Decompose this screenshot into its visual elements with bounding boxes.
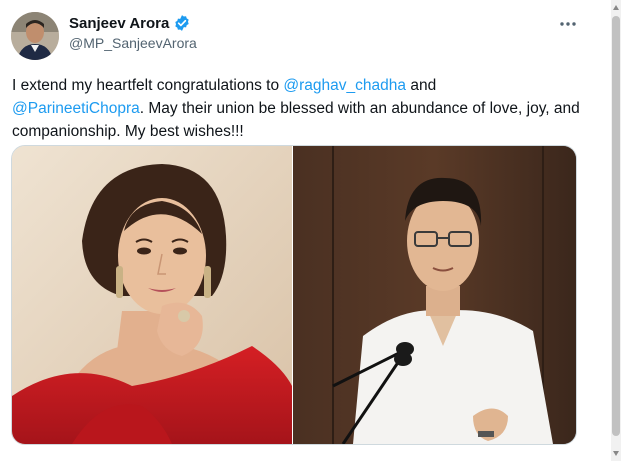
photo-woman-red-dress[interactable] [12, 146, 292, 444]
avatar[interactable] [11, 12, 59, 60]
page-scrollbar[interactable] [611, 0, 621, 461]
mention-link-parineeti[interactable]: @ParineetiChopra [12, 100, 140, 117]
mention-link-raghav[interactable]: @raghav_chadha [283, 77, 406, 94]
photo-man-at-podium[interactable] [293, 146, 576, 444]
tweet-text-part: I extend my heartfelt congratulations to [12, 77, 284, 94]
scroll-down-arrow-icon[interactable] [612, 448, 620, 458]
scrollbar-thumb[interactable] [612, 16, 620, 436]
author-handle[interactable]: @MP_SanjeevArora [69, 35, 197, 51]
tweet-media[interactable] [11, 145, 577, 445]
tweet-text: I extend my heartfelt congratulations to… [12, 74, 592, 143]
author-display-name[interactable]: Sanjeev Arora [69, 15, 169, 32]
scroll-up-arrow-icon[interactable] [612, 3, 620, 13]
tweet-card: Sanjeev Arora @MP_SanjeevArora I extend … [0, 0, 621, 461]
more-options-icon[interactable] [556, 12, 580, 36]
tweet-text-part: and [406, 77, 437, 94]
author-name-row: Sanjeev Arora [69, 14, 191, 32]
verified-badge-icon [173, 14, 191, 32]
